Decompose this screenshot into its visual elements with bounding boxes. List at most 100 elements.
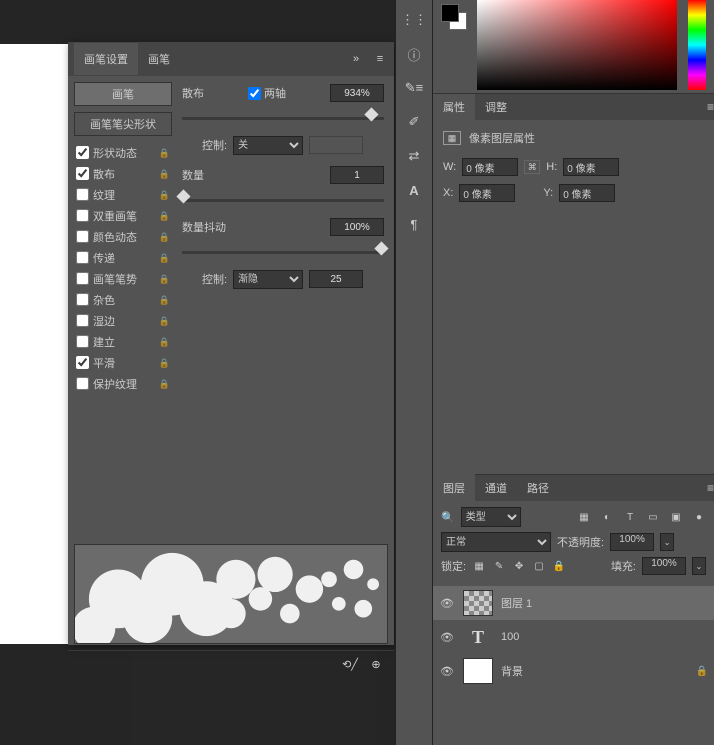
new-preset-icon[interactable]: ⊕ [368,657,384,673]
brush-option-checkbox[interactable] [76,188,89,201]
link-wh-icon[interactable]: ⌘ [524,160,540,174]
brush-settings-icon[interactable]: ✎≡ [404,78,424,98]
visibility-toggle[interactable]: 👁 [439,665,455,678]
brush-option-11[interactable]: 保护纹理 [74,373,172,394]
collapse-icon[interactable]: » [348,51,364,67]
fill-dropdown-icon[interactable]: ⌄ [692,557,706,575]
width-input[interactable] [462,158,518,176]
brush-option-8[interactable]: 湿边 [74,310,172,331]
lock-icon[interactable] [159,231,170,243]
layer-thumbnail[interactable] [463,658,493,684]
filter-adjust-icon[interactable]: ◐ [600,510,614,524]
lock-icon[interactable] [159,252,170,264]
brush-option-9[interactable]: 建立 [74,331,172,352]
brush-option-checkbox[interactable] [76,251,89,264]
brush-tip-shape[interactable]: 画笔笔尖形状 [74,112,172,136]
lock-icon[interactable] [159,147,170,159]
tab-layers[interactable]: 图层 [433,474,475,502]
count-jitter-slider[interactable] [182,246,384,260]
brush-option-7[interactable]: 杂色 [74,289,172,310]
filter-toggle-icon[interactable]: ● [692,510,706,524]
lock-artboard-icon[interactable]: ▢ [532,559,546,573]
layer-name[interactable]: 图层 1 [501,595,532,611]
brush-option-checkbox[interactable] [76,146,89,159]
filter-kind-select[interactable]: 类型 [461,507,521,527]
lock-icon[interactable] [159,273,170,285]
filter-smart-icon[interactable]: ▣ [669,510,683,524]
brushes-icon[interactable]: ✐ [404,112,424,132]
opacity-dropdown-icon[interactable]: ⌄ [660,533,674,551]
y-input[interactable] [559,184,615,202]
count-jitter-input[interactable] [330,218,384,236]
lock-icon[interactable] [159,357,170,369]
swap-icon[interactable]: ⇄ [404,146,424,166]
layer-item-0[interactable]: 👁 图层 1 [433,586,714,620]
visibility-toggle[interactable]: 👁 [439,597,455,610]
control2-num-input[interactable] [309,270,363,288]
tab-properties[interactable]: 属性 [433,93,475,121]
brush-option-1[interactable]: 散布 [74,163,172,184]
filter-shape-icon[interactable]: ▭ [646,510,660,524]
tab-brush[interactable]: 画笔 [138,43,180,75]
lock-icon[interactable] [159,294,170,306]
lock-icon[interactable] [159,168,170,180]
fill-value[interactable]: 100% [642,557,686,575]
control1-select[interactable]: 关 [233,136,303,155]
color-field[interactable] [477,0,677,90]
blend-mode-select[interactable]: 正常 [441,532,551,552]
lock-icon[interactable] [159,210,170,222]
brush-option-checkbox[interactable] [76,356,89,369]
lock-all-icon[interactable]: 🔒 [552,559,566,573]
lock-icon[interactable] [159,189,170,201]
panel-menu-icon[interactable]: ≡ [372,51,388,67]
count-input[interactable] [330,166,384,184]
brush-option-checkbox[interactable] [76,377,89,390]
layer-item-2[interactable]: 👁 背景 🔒 [433,654,714,688]
count-slider[interactable] [182,194,384,208]
brush-option-2[interactable]: 纹理 [74,184,172,205]
scatter-slider[interactable] [182,112,384,126]
brush-option-10[interactable]: 平滑 [74,352,172,373]
opacity-value[interactable]: 100% [610,533,654,551]
foreground-color-swatch[interactable] [441,4,459,22]
brush-option-checkbox[interactable] [76,314,89,327]
brush-option-checkbox[interactable] [76,293,89,306]
toggle-preview-icon[interactable]: ⟲╱ [342,657,358,673]
lock-icon[interactable] [159,336,170,348]
layer-thumbnail[interactable] [463,590,493,616]
brush-option-checkbox[interactable] [76,167,89,180]
props-menu-icon[interactable]: ≡ [707,100,714,114]
brush-option-checkbox[interactable] [76,209,89,222]
lock-transparent-icon[interactable]: ▦ [472,559,486,573]
control2-select[interactable]: 渐隐 [233,270,303,289]
brush-option-checkbox[interactable] [76,272,89,285]
lock-position-icon[interactable]: ✥ [512,559,526,573]
filter-pixel-icon[interactable]: ▦ [577,510,591,524]
brush-option-3[interactable]: 双重画笔 [74,205,172,226]
brush-option-checkbox[interactable] [76,335,89,348]
both-axes-checkbox[interactable]: 两轴 [248,85,286,101]
brush-presets-button[interactable]: 画笔 [74,82,172,106]
brush-option-5[interactable]: 传递 [74,247,172,268]
info-icon[interactable]: ⓘ [404,44,424,64]
visibility-toggle[interactable]: 👁 [439,631,455,644]
filter-type-icon[interactable]: T [623,510,637,524]
grip-icon[interactable]: ⋮⋮ [404,10,424,30]
search-icon[interactable]: 🔍 [441,511,455,524]
lock-icon[interactable] [159,315,170,327]
height-input[interactable] [563,158,619,176]
paragraph-icon[interactable]: ¶ [404,214,424,234]
x-input[interactable] [459,184,515,202]
tab-brush-settings[interactable]: 画笔设置 [74,43,138,75]
scatter-value-input[interactable] [330,84,384,102]
tab-adjustments[interactable]: 调整 [475,93,517,121]
layer-lock-icon[interactable]: 🔒 [696,666,708,677]
layer-item-1[interactable]: 👁T100 [433,620,714,654]
brush-option-6[interactable]: 画笔笔势 [74,268,172,289]
brush-option-0[interactable]: 形状动态 [74,142,172,163]
hue-slider[interactable] [688,0,706,90]
brush-option-checkbox[interactable] [76,230,89,243]
layer-name[interactable]: 100 [501,631,519,643]
layers-menu-icon[interactable]: ≡ [707,481,714,495]
layer-name[interactable]: 背景 [501,663,523,679]
